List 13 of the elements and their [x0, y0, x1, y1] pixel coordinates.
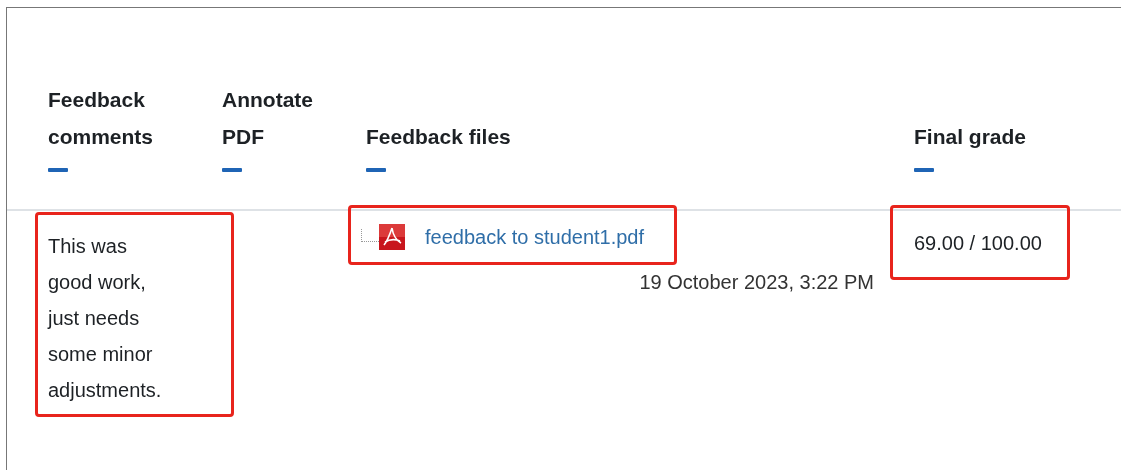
minus-icon[interactable]: [48, 168, 68, 172]
final-grade: 69.00 / 100.00: [914, 232, 1042, 254]
file-date: 19 October 2023, 3:22 PM: [638, 271, 874, 294]
column-header: Final grade: [914, 124, 1028, 150]
minus-icon[interactable]: [222, 168, 242, 172]
column-header: Annotate PDF: [222, 87, 314, 150]
minus-icon[interactable]: [366, 168, 386, 172]
column-header: Feedback comments: [48, 87, 155, 150]
file-link[interactable]: feedback to student1.pdf: [425, 224, 645, 250]
column-header: Feedback files: [366, 124, 512, 150]
pdf-icon: [379, 224, 405, 250]
feedback-comment: This was good work, just needs some minor adjustments.: [48, 234, 163, 403]
minus-icon[interactable]: [914, 168, 934, 172]
